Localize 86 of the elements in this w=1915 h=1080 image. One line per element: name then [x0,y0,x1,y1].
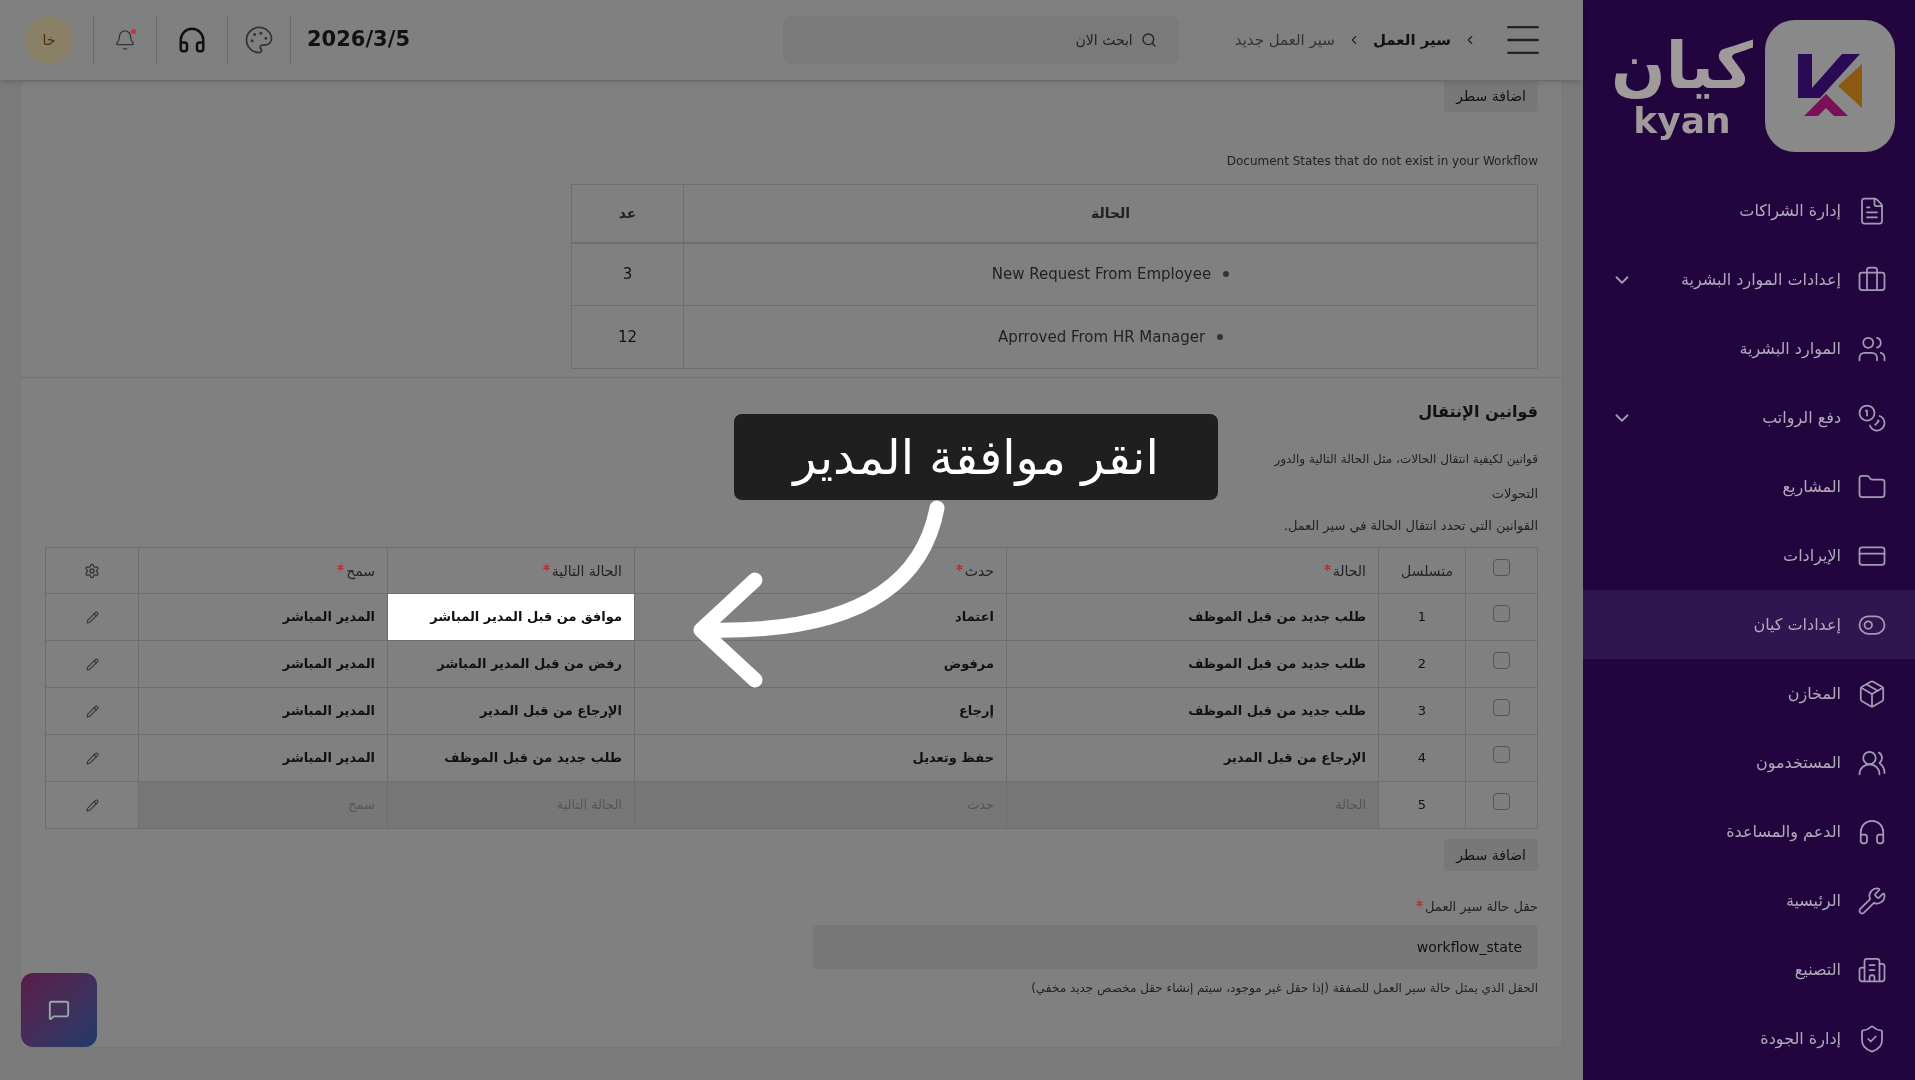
table-cell: 3 [571,242,684,306]
chat-icon [48,999,70,1021]
column-header: حدث [953,562,994,579]
sidebar-item[interactable]: المستخدمون [1583,728,1915,797]
column-header: متسلسل [1401,562,1453,579]
logo-arabic-text: كيان [1611,31,1753,101]
bell-icon[interactable] [114,29,136,51]
sidebar-item[interactable]: دفع الرواتب [1583,383,1915,452]
table-cell: مرفوض [634,640,1007,688]
subsection-title: التحولات [1491,485,1538,504]
section-description: قوانين لكيفية انتقال الحالات، مثل الحالة التالية والدور [1274,451,1538,468]
field-help-text: الحقل الذي يمثل حالة سير العمل للصفقة (إذا حقل غير موجود، سيتم إنشاء حقل مخصص جديد مخفي) [1031,979,1538,997]
checkbox[interactable] [1493,605,1510,622]
sidebar-item[interactable]: إعدادات كيان [1583,590,1915,659]
headset-icon[interactable] [177,25,207,55]
sidebar-item[interactable]: الموارد البشرية [1583,314,1915,383]
settings-icon[interactable] [84,563,100,579]
column-header: الحالة [683,184,1538,243]
table-cell: المدير المباشر [138,593,388,641]
required-mark-icon [542,564,550,571]
section-title: قوانين الإنتقال [1418,401,1538,423]
chat-button[interactable] [21,973,97,1047]
checkbox[interactable] [1493,652,1510,669]
logo-icon [1765,20,1895,152]
tooltip: انقر موافقة المدير [734,414,1218,500]
sidebar-item[interactable]: الدعم والمساعدة [1583,797,1915,866]
table-cell: 2 [1378,640,1466,688]
subsection-description: القوانين التي تحدد انتقال الحالة في سير العمل. [1283,516,1538,535]
edit-icon[interactable] [85,705,99,718]
checkbox[interactable] [1493,793,1510,810]
logo-latin-text: kyan [1633,101,1731,141]
field-label: حقل حالة سير العمل [1414,897,1538,917]
required-mark-icon [1416,900,1423,907]
required-mark-icon [337,564,345,571]
required-mark-icon [1323,564,1331,571]
table-cell: 4 [1378,734,1466,782]
table-cell: حفظ وتعديل [634,734,1007,782]
search-field[interactable]: ابحث الان [782,16,1179,64]
sidebar-item[interactable]: المخازن [1583,659,1915,728]
sidebar-item[interactable]: الرئيسية [1583,866,1915,935]
date-text: 2026/3/5 [306,26,411,54]
edit-icon[interactable] [85,799,99,812]
checkbox[interactable] [1493,746,1510,763]
table-cell: 12 [571,305,684,369]
table-cell: طلب جديد من قبل الموظف [1006,593,1379,641]
box-icon [1857,678,1887,709]
add-row-button[interactable]: اضافة سطر [1444,80,1538,112]
tools-icon [1857,885,1887,916]
required-mark-icon [955,564,963,571]
column-header: سمح [335,562,375,579]
sidebar-item[interactable]: إدارة الشراكات [1583,176,1915,245]
table-cell: رفض من قبل المدير المباشر [387,640,635,688]
palette-icon[interactable] [244,25,274,55]
table-cell: طلب جديد من قبل الموظف [1006,640,1379,688]
highlighted-cell[interactable]: موافق من قبل المدير المباشر [387,593,635,641]
table-cell: المدير المباشر [138,734,388,782]
table-cell: طلب جديد من قبل الموظف [387,734,635,782]
sidebar-item[interactable]: الإيرادات [1583,521,1915,590]
table-cell: الإرجاع من قبل المدير [387,687,635,735]
checkbox[interactable] [1493,558,1510,576]
edit-icon[interactable] [85,611,99,624]
table-cell-text: New Request From Employee [991,264,1212,285]
sidebar-item[interactable]: إدارة الجودة [1583,1004,1915,1073]
edit-icon[interactable] [85,658,99,671]
table-cell: إرجاع [634,687,1007,735]
breadcrumb-link[interactable]: سير العمل [1372,28,1451,52]
checkbox[interactable] [1493,699,1510,716]
table-cell: 3 [1378,687,1466,735]
coins-icon [1857,402,1887,433]
column-header: الحالة [1321,562,1366,579]
table-cell: المدير المباشر [138,687,388,735]
search-icon [1140,32,1157,48]
table-cell: 1 [1378,593,1466,641]
add-row-button[interactable]: اضافة سطر [1444,839,1538,871]
table-cell: المدير المباشر [138,640,388,688]
column-header: الحالة التالية [540,562,622,579]
caption-text: Document States that do not exist in your Workflow [1226,153,1538,170]
edit-icon[interactable] [85,752,99,765]
sidebar-item[interactable]: التصنيع [1583,935,1915,1004]
table-cell: الإرجاع من قبل المدير [1006,734,1379,782]
table-cell: طلب جديد من قبل الموظف [1006,687,1379,735]
table-cell-text: Aprroved From HR Manager [997,326,1206,348]
column-header: عد [571,184,684,243]
sidebar-item[interactable]: إعدادات الموارد البشرية [1583,245,1915,314]
sidebar-item[interactable]: المشاريع [1583,452,1915,521]
workflow-state-field[interactable]: workflow_state [813,924,1538,969]
